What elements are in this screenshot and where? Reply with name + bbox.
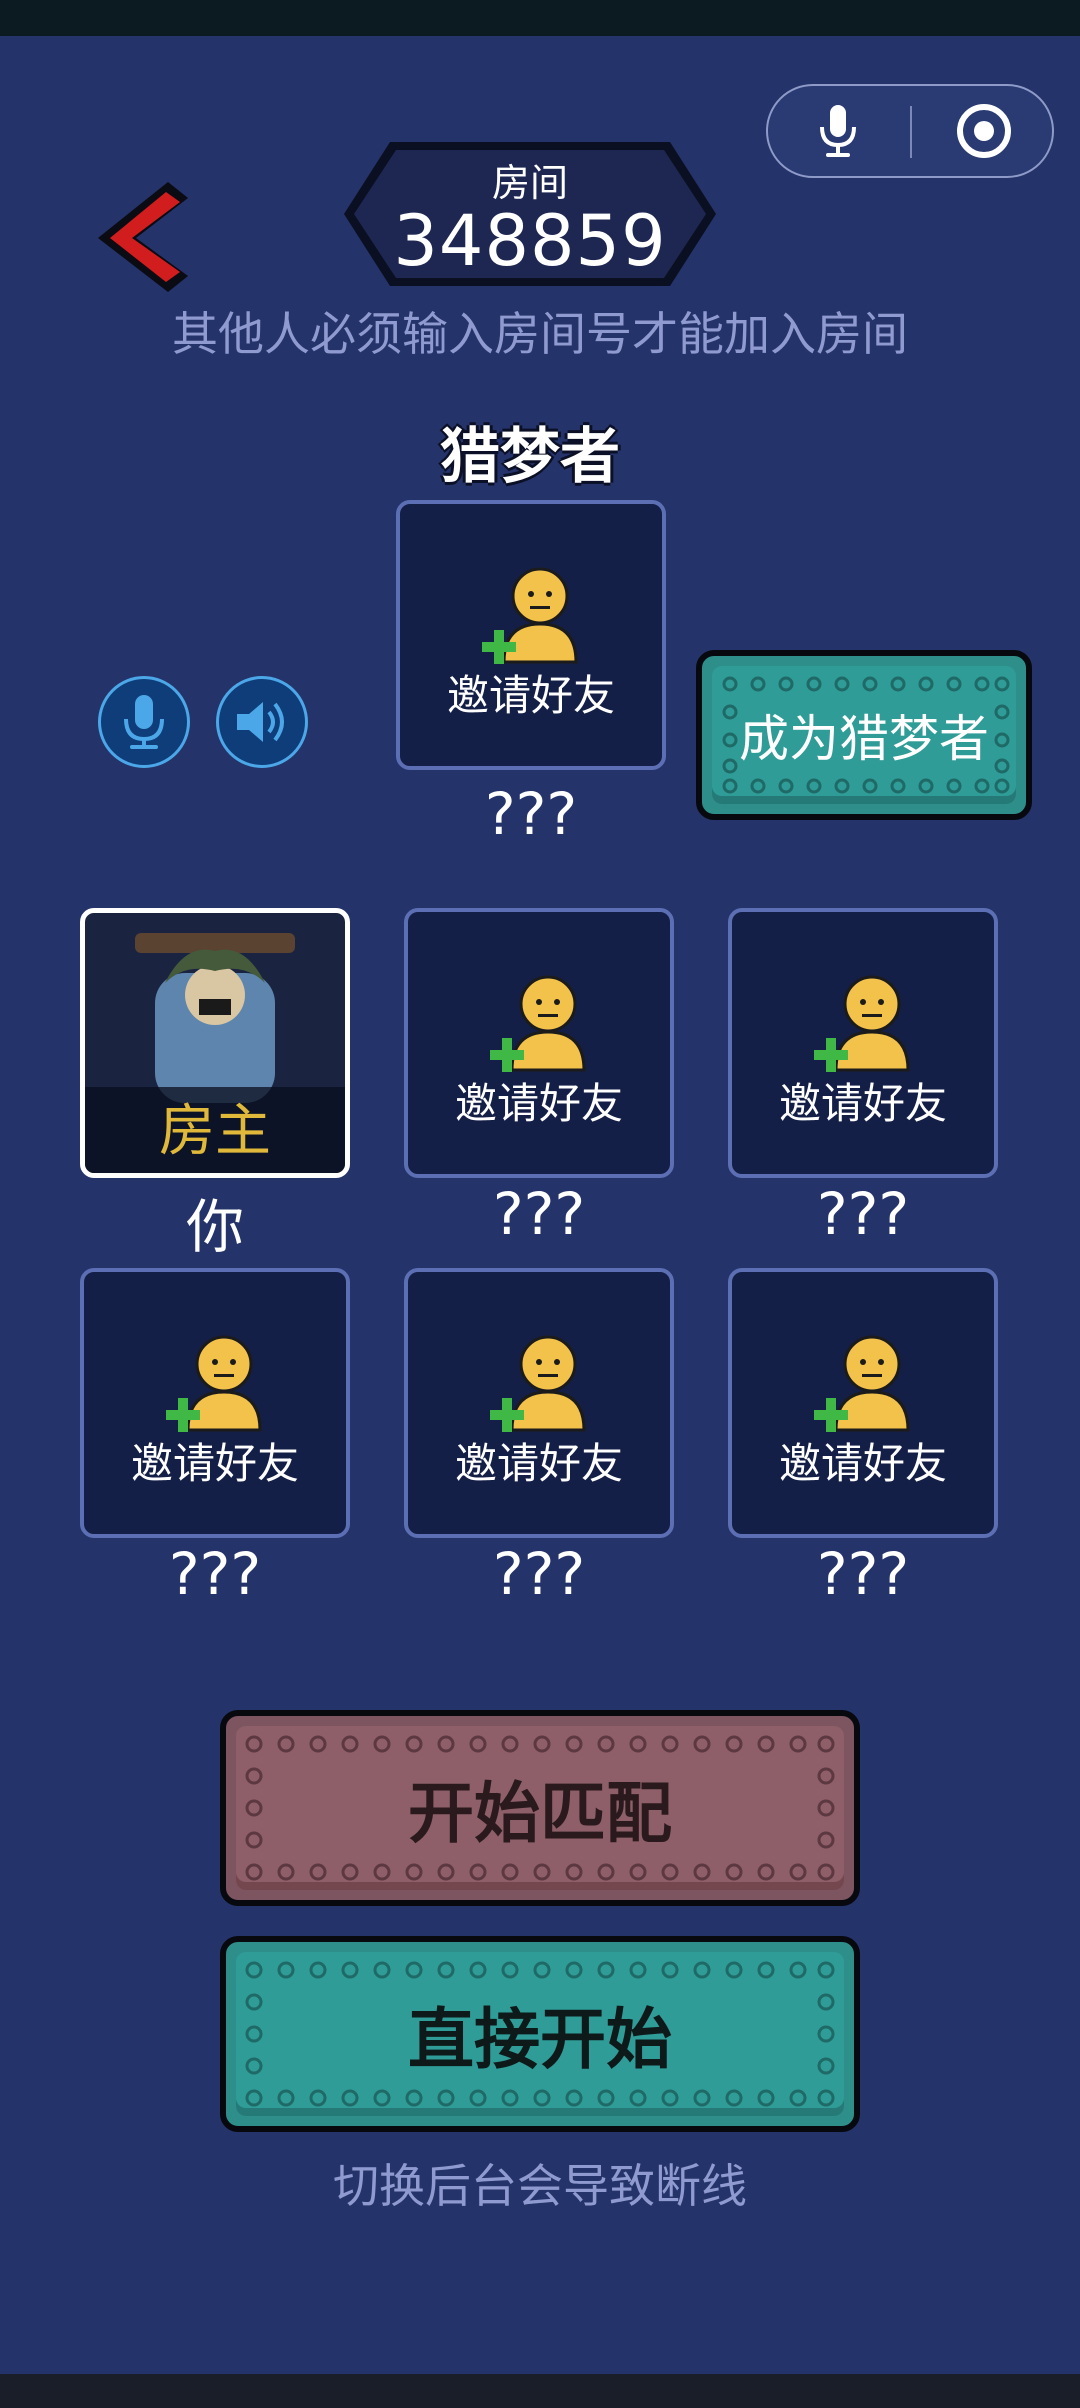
host-badge: 房主 xyxy=(159,1099,271,1164)
invite-label: 邀请好友 xyxy=(454,1439,623,1488)
invite-label: 邀请好友 xyxy=(778,1439,947,1488)
invite-label: 邀请好友 xyxy=(446,671,615,720)
start-now-label: 直接开始 xyxy=(408,2001,672,2078)
disconnect-warning: 切换后台会导致断线 xyxy=(333,2159,747,2213)
become-dreamcatcher-button[interactable]: 成为猎梦者 xyxy=(696,650,1032,820)
player-name: ??? xyxy=(816,1180,910,1248)
start-match-button[interactable]: 开始匹配 xyxy=(220,1710,860,1906)
add-person-icon xyxy=(814,1335,910,1432)
capsule-mic-button[interactable] xyxy=(768,86,908,176)
dreamcatcher-title: 猎梦者 xyxy=(440,422,620,492)
capsule-divider xyxy=(910,106,912,158)
voice-speaker-button[interactable] xyxy=(216,676,308,768)
status-bar xyxy=(0,0,1080,36)
record-target-icon xyxy=(957,104,1011,158)
invite-label: 邀请好友 xyxy=(778,1079,947,1128)
dreamcatcher-slot[interactable]: 邀请好友 xyxy=(396,500,666,770)
player-name: ??? xyxy=(816,1540,910,1608)
add-person-icon xyxy=(482,567,578,664)
room-number: 348859 xyxy=(393,200,667,282)
player-slot-host[interactable]: 房主 xyxy=(80,908,350,1178)
room-label: 房间 xyxy=(491,161,568,205)
player-slot[interactable]: 邀请好友 xyxy=(80,1268,350,1538)
microphone-icon xyxy=(820,105,856,157)
add-person-icon xyxy=(166,1335,262,1432)
player-name: ??? xyxy=(492,1180,586,1248)
voice-mic-button[interactable] xyxy=(98,676,190,768)
player-name: ??? xyxy=(168,1540,262,1608)
microphone-icon xyxy=(124,695,164,749)
start-now-button[interactable]: 直接开始 xyxy=(220,1936,860,2132)
add-person-icon xyxy=(490,1335,586,1432)
player-slot[interactable]: 邀请好友 xyxy=(404,908,674,1178)
player-slot[interactable]: 邀请好友 xyxy=(404,1268,674,1538)
back-button[interactable] xyxy=(90,176,190,296)
add-person-icon xyxy=(490,975,586,1072)
back-arrow-icon xyxy=(98,182,188,292)
room-hint: 其他人必须输入房间号才能加入房间 xyxy=(172,307,908,361)
player-slot[interactable]: 邀请好友 xyxy=(728,908,998,1178)
invite-label: 邀请好友 xyxy=(454,1079,623,1128)
bottom-edge xyxy=(0,2374,1080,2408)
player-name: ??? xyxy=(492,1540,586,1608)
add-person-icon xyxy=(814,975,910,1072)
mini-program-capsule xyxy=(766,84,1054,178)
become-dreamcatcher-label: 成为猎梦者 xyxy=(739,710,989,768)
dreamcatcher-name: ??? xyxy=(484,780,578,848)
player-slot[interactable]: 邀请好友 xyxy=(728,1268,998,1538)
speaker-icon xyxy=(237,702,284,742)
player-name: 你 xyxy=(185,1193,244,1261)
capsule-close-button[interactable] xyxy=(914,86,1054,176)
start-match-label: 开始匹配 xyxy=(408,1775,672,1852)
invite-label: 邀请好友 xyxy=(130,1439,299,1488)
avatar xyxy=(135,933,295,1103)
